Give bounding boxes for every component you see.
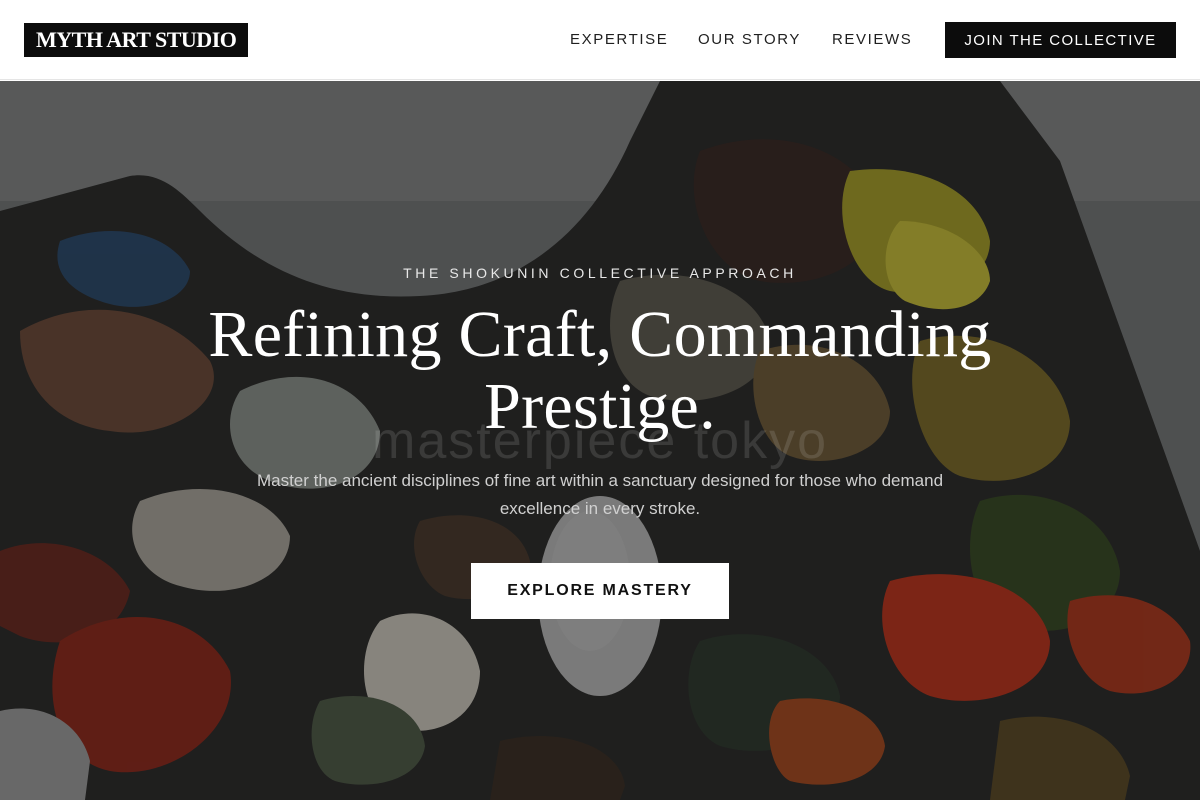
hero-eyebrow: THE SHOKUNIN COLLECTIVE APPROACH	[403, 265, 797, 281]
nav-link-reviews[interactable]: REVIEWS	[832, 30, 912, 50]
hero-subtitle: Master the ancient disciplines of fine a…	[256, 471, 944, 518]
explore-mastery-button[interactable]: EXPLORE MASTERY	[471, 563, 729, 619]
site-header: MYTH ART STUDIO EXPERTISE OUR STORY REVI…	[0, 0, 1200, 80]
hero-section: THE SHOKUNIN COLLECTIVE APPROACH Refinin…	[0, 81, 1200, 800]
nav-link-our-story[interactable]: OUR STORY	[698, 30, 801, 50]
hero-watermark: masterpiece tokyo	[372, 412, 828, 470]
nav-link-expertise[interactable]: EXPERTISE	[570, 30, 668, 50]
join-collective-button[interactable]: JOIN THE COLLECTIVE	[945, 22, 1176, 58]
logo[interactable]: MYTH ART STUDIO	[24, 23, 249, 57]
hero-title-line1: Refining Craft, Commanding	[208, 298, 992, 371]
